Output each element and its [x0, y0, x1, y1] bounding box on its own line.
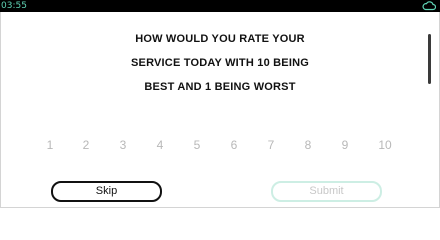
rating-option-1[interactable]: 1 — [38, 138, 62, 152]
submit-button[interactable]: Submit — [271, 181, 382, 202]
question-text-line-1: HOW WOULD YOU RATE YOUR — [135, 33, 305, 45]
rating-option-8[interactable]: 8 — [296, 138, 320, 152]
status-time: 03:55 — [1, 1, 27, 11]
rating-option-10[interactable]: 10 — [373, 138, 397, 152]
cloud-icon — [422, 1, 436, 11]
rating-option-5[interactable]: 5 — [185, 138, 209, 152]
status-bar: 03:55 — [0, 0, 440, 12]
rating-option-2[interactable]: 2 — [74, 138, 98, 152]
rating-option-9[interactable]: 9 — [333, 138, 357, 152]
rating-option-7[interactable]: 7 — [259, 138, 283, 152]
question-text-line-3: BEST AND 1 BEING WORST — [144, 81, 296, 93]
skip-button[interactable]: Skip — [51, 181, 162, 202]
rating-option-4[interactable]: 4 — [148, 138, 172, 152]
rating-option-3[interactable]: 3 — [111, 138, 135, 152]
rating-option-6[interactable]: 6 — [222, 138, 246, 152]
question-text-line-2: SERVICE TODAY WITH 10 BEING — [131, 57, 309, 69]
